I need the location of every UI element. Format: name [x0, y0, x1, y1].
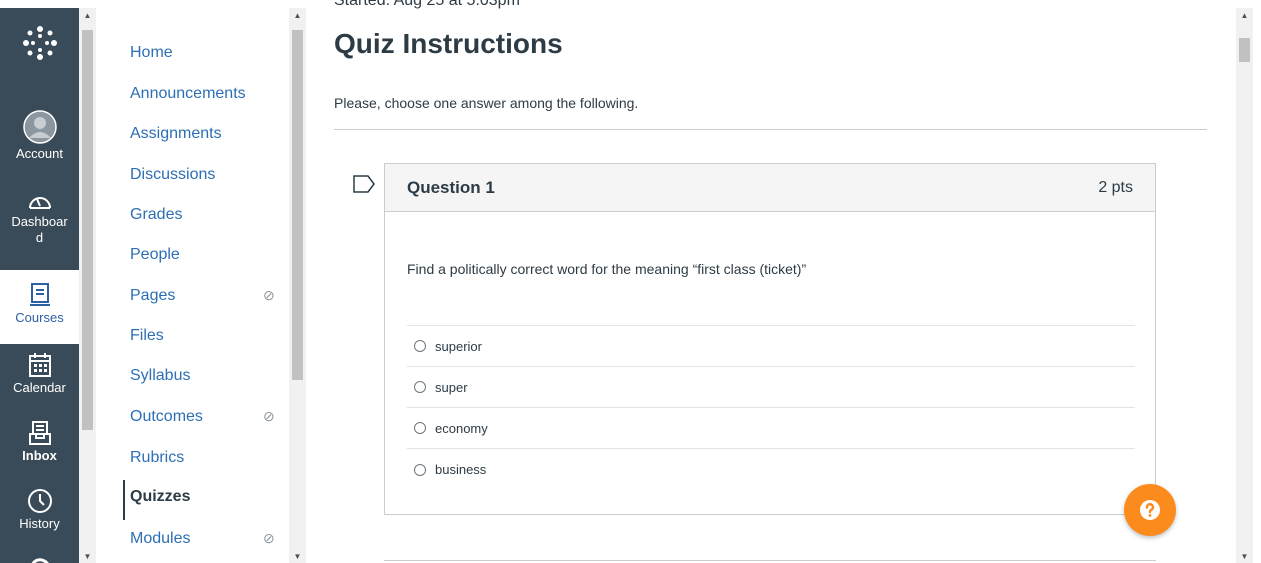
page-title: Quiz Instructions	[334, 28, 563, 59]
answer-label: superior	[435, 338, 482, 354]
course-nav-grades[interactable]: Grades	[130, 206, 290, 224]
hidden-eye-icon: ⊘	[263, 530, 275, 546]
global-nav-label: Account	[16, 146, 63, 161]
scroll-up-arrow-icon[interactable]: ▲	[1236, 8, 1253, 22]
global-nav-dashboard[interactable]: Dashboar d	[0, 190, 79, 246]
global-nav-label: Calendar	[13, 380, 66, 395]
course-nav-scrollbar[interactable]: ▲ ▼	[289, 8, 306, 563]
account-icon	[22, 110, 57, 144]
global-nav-courses[interactable]: Courses	[0, 270, 79, 344]
divider	[334, 129, 1207, 130]
hidden-eye-icon: ⊘	[263, 287, 275, 303]
scrollbar-thumb[interactable]	[82, 30, 93, 430]
scroll-down-arrow-icon[interactable]: ▼	[79, 549, 96, 563]
answer-list: superior super economy business	[407, 325, 1135, 490]
course-nav-assignments[interactable]: Assignments	[130, 125, 290, 143]
question-points: 2 pts	[1098, 178, 1133, 196]
scroll-down-arrow-icon[interactable]: ▼	[289, 549, 306, 563]
course-nav-home[interactable]: Home	[130, 44, 290, 62]
history-icon	[27, 489, 52, 513]
global-nav-label: Dashboar d	[11, 214, 68, 245]
quiz-instructions: Please, choose one answer among the foll…	[334, 95, 639, 111]
answer-label: super	[435, 379, 468, 395]
help-button[interactable]	[1124, 484, 1176, 536]
global-nav-inbox[interactable]: Inbox	[0, 420, 79, 464]
page-scrollbar[interactable]: ▲ ▼	[1236, 8, 1253, 563]
radio-button[interactable]	[414, 340, 426, 352]
canvas-logo-icon[interactable]	[0, 24, 79, 80]
calendar-icon	[28, 353, 51, 377]
question-label: Question 1	[407, 177, 495, 197]
radio-button[interactable]	[414, 381, 426, 393]
quiz-started-time: Started: Aug 25 at 5:03pm	[334, 0, 520, 9]
course-nav-announcements[interactable]: Announcements	[130, 85, 290, 103]
scroll-up-arrow-icon[interactable]: ▲	[79, 8, 96, 22]
global-nav-label: History	[19, 516, 60, 531]
answer-option[interactable]: superior	[407, 326, 1135, 367]
flag-question-icon[interactable]	[353, 175, 375, 198]
question-text: Find a politically correct word for the …	[407, 261, 807, 277]
inbox-icon	[28, 421, 51, 445]
answer-label: business	[435, 462, 487, 477]
hidden-eye-icon: ⊘	[263, 408, 275, 424]
global-nav-account[interactable]: Account	[0, 110, 79, 162]
course-nav-files[interactable]: Files	[130, 327, 290, 345]
course-nav-syllabus[interactable]: Syllabus	[130, 367, 290, 385]
global-nav-more-icon[interactable]	[28, 556, 52, 563]
answer-option[interactable]: super	[407, 367, 1135, 408]
global-nav-scrollbar[interactable]: ▲ ▼	[79, 8, 96, 563]
global-nav-history[interactable]: History	[0, 488, 79, 532]
scrollbar-thumb[interactable]	[292, 30, 303, 380]
answer-option[interactable]: economy	[407, 408, 1135, 449]
course-nav: Home Announcements Assignments Discussio…	[96, 0, 306, 563]
answer-label: economy	[435, 420, 488, 436]
scrollbar-thumb[interactable]	[1239, 38, 1250, 62]
scroll-up-arrow-icon[interactable]: ▲	[289, 8, 306, 22]
global-nav-calendar[interactable]: Calendar	[0, 352, 79, 396]
question-header: Question 1 2 pts	[385, 164, 1155, 212]
scroll-down-arrow-icon[interactable]: ▼	[1236, 549, 1253, 563]
global-nav-label: Inbox	[22, 448, 57, 463]
question-card: Question 1 2 pts Find a politically corr…	[384, 163, 1156, 515]
divider	[384, 560, 1156, 561]
radio-button[interactable]	[414, 422, 426, 434]
course-nav-rubrics[interactable]: Rubrics	[130, 449, 290, 467]
answer-option[interactable]: business	[407, 449, 1135, 490]
course-nav-discussions[interactable]: Discussions	[130, 166, 290, 184]
radio-button[interactable]	[414, 463, 426, 476]
courses-icon	[29, 283, 50, 306]
dashboard-icon	[28, 197, 51, 209]
global-nav-label: Courses	[15, 310, 64, 325]
course-nav-quizzes[interactable]: Quizzes	[130, 488, 290, 506]
question-icon	[1140, 500, 1160, 520]
course-nav-people[interactable]: People	[130, 246, 290, 264]
active-indicator	[123, 480, 125, 520]
global-nav: Account Dashboar d Courses Calendar Inbo…	[0, 8, 79, 563]
quiz-content: Started: Aug 25 at 5:03pm Quiz Instructi…	[306, 0, 1236, 563]
